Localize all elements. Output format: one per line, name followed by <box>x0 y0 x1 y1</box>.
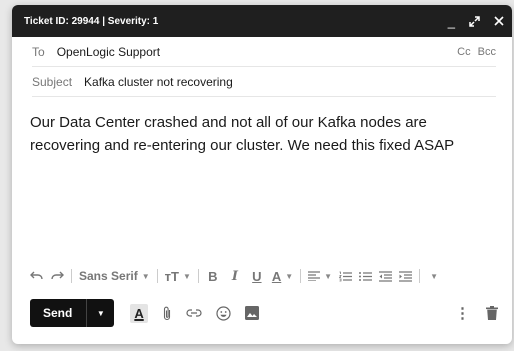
undo-icon[interactable] <box>30 266 44 286</box>
send-label: Send <box>43 306 73 320</box>
send-button[interactable]: Send ▼ <box>30 299 115 327</box>
align-icon <box>308 271 321 281</box>
font-size-icon: тT <box>164 268 179 284</box>
cc-bcc: Cc Bcc <box>453 46 496 58</box>
titlebar: Ticket ID: 29944 | Severity: 1 _ <box>12 5 512 37</box>
italic-button[interactable]: I <box>228 266 242 286</box>
divider <box>419 269 421 283</box>
window-title: Ticket ID: 29944 | Severity: 1 <box>24 15 159 27</box>
compose-window: Ticket ID: 29944 | Severity: 1 _ To Open… <box>12 5 512 344</box>
underline-button[interactable]: U <box>250 266 264 286</box>
chevron-down-icon: ▼ <box>324 271 333 281</box>
compose-footer: Send ▼ A ⋮ <box>30 298 498 328</box>
photo-icon[interactable] <box>244 306 259 320</box>
more-options-icon[interactable]: ⋮ <box>455 304 470 322</box>
more-formatting-icon[interactable]: ▼ <box>427 266 441 286</box>
formatting-toolbar: Sans Serif ▼ тT ▼ B I U A ▼ ▼ ▼ <box>30 264 504 288</box>
divider <box>300 269 302 283</box>
bold-button[interactable]: B <box>206 266 220 286</box>
divider <box>197 269 199 283</box>
indent-more-icon[interactable] <box>398 266 412 286</box>
cc-link[interactable]: Cc <box>457 46 470 58</box>
chevron-down-icon: ▼ <box>182 271 191 281</box>
redo-icon[interactable] <box>50 266 64 286</box>
bulleted-list-icon[interactable] <box>358 266 372 286</box>
close-icon[interactable] <box>494 16 504 26</box>
expand-icon[interactable] <box>469 15 480 27</box>
formatting-options-button[interactable]: A <box>130 303 148 323</box>
subject-row[interactable]: Subject Kafka cluster not recovering <box>32 67 496 97</box>
to-label: To <box>32 44 45 59</box>
link-icon[interactable] <box>186 308 202 318</box>
to-row[interactable]: To OpenLogic Support Cc Bcc <box>32 37 496 67</box>
trash-icon[interactable] <box>486 306 498 320</box>
emoji-icon[interactable] <box>216 305 231 321</box>
chevron-down-icon: ▼ <box>141 271 150 281</box>
text-color-toggle-icon: A <box>130 303 148 323</box>
to-recipient[interactable]: OpenLogic Support <box>57 45 453 59</box>
divider <box>156 269 158 283</box>
window-controls: _ <box>448 15 504 28</box>
subject-label: Subject <box>32 74 73 89</box>
send-options-chevron-icon[interactable]: ▼ <box>86 299 114 327</box>
minimize-icon[interactable]: _ <box>448 15 455 28</box>
bcc-link[interactable]: Bcc <box>478 46 496 58</box>
numbered-list-icon[interactable] <box>338 266 352 286</box>
divider <box>71 269 72 283</box>
chevron-down-icon: ▼ <box>285 271 294 281</box>
subject-field[interactable]: Kafka cluster not recovering <box>84 75 496 89</box>
message-body[interactable]: Our Data Center crashed and not all of o… <box>30 111 492 239</box>
text-color-icon: A <box>271 268 282 284</box>
indent-less-icon[interactable] <box>378 266 392 286</box>
attach-icon[interactable] <box>162 306 172 321</box>
text-color-select[interactable]: A ▼ <box>272 266 293 286</box>
font-family-select[interactable]: Sans Serif ▼ <box>79 266 150 286</box>
align-select[interactable]: ▼ <box>308 266 332 286</box>
font-size-select[interactable]: тT ▼ <box>165 266 191 286</box>
font-family-value: Sans Serif <box>79 269 138 283</box>
